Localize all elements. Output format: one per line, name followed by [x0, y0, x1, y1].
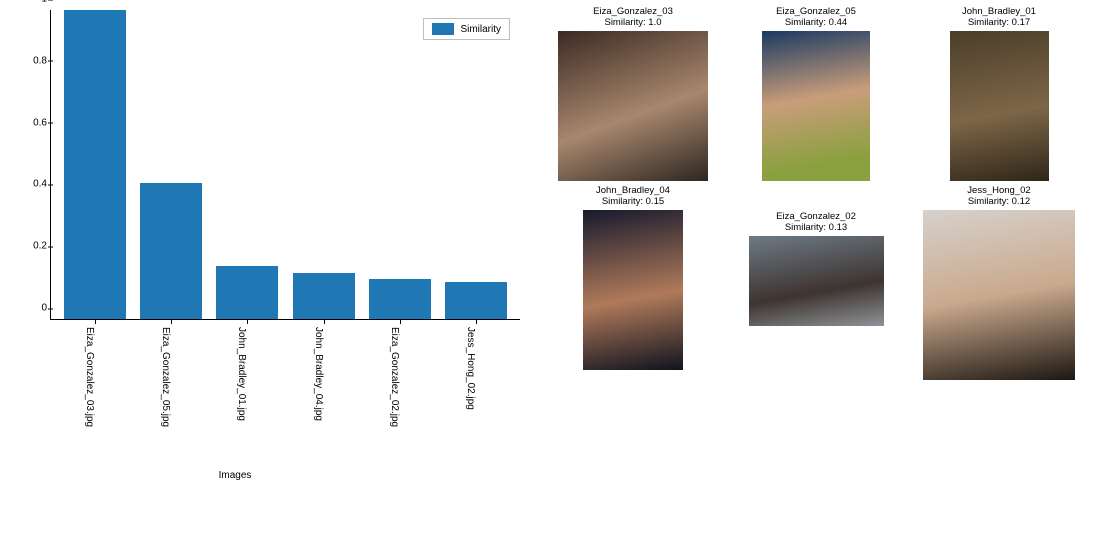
y-tick: 1 — [11, 0, 47, 5]
x-tick-label: Eiza_Gonzalez_03.jpg — [84, 327, 95, 427]
thumbnail-image — [583, 210, 683, 370]
result-cell: Eiza_Gonzalez_05 Similarity: 0.44 — [726, 6, 906, 181]
similarity-label: Similarity: — [604, 17, 648, 28]
result-cell: Eiza_Gonzalez_03 Similarity: 1.0 — [543, 6, 723, 181]
result-cell: Eiza_Gonzalez_02 Similarity: 0.13 — [726, 185, 906, 326]
thumbnail-image — [749, 236, 884, 326]
similarity-value: 0.17 — [1012, 17, 1031, 28]
result-cell: John_Bradley_04 Similarity: 0.15 — [543, 185, 723, 370]
x-tick-label: John_Bradley_04.jpg — [313, 327, 324, 421]
similarity-image-grid: Eiza_Gonzalez_03 Similarity: 1.0 Eiza_Go… — [535, 0, 1097, 555]
x-axis-label: Images — [0, 470, 470, 481]
bar-john-bradley-04 — [293, 273, 355, 319]
thumbnail-image — [558, 31, 708, 181]
similarity-label: Similarity: — [968, 196, 1012, 207]
similarity-label: Similarity: — [968, 17, 1012, 28]
result-cell: John_Bradley_01 Similarity: 0.17 — [909, 6, 1089, 181]
x-tick-label: Eiza_Gonzalez_02.jpg — [389, 327, 400, 427]
similarity-value: 1.0 — [648, 17, 661, 28]
y-tick: 0.8 — [11, 55, 47, 66]
image-name: Eiza_Gonzalez_03 — [593, 6, 673, 17]
x-tick-label: Jess_Hong_02.jpg — [465, 327, 476, 410]
bar-eiza-gonzalez-02 — [369, 279, 431, 319]
y-tick: 0.4 — [11, 179, 47, 190]
bar-jess-hong-02 — [445, 282, 507, 319]
bar-john-bradley-01 — [216, 266, 278, 319]
image-name: John_Bradley_01 — [962, 6, 1036, 17]
thumbnail-image — [923, 210, 1075, 380]
thumbnail-image — [950, 31, 1049, 181]
thumbnail-image — [762, 31, 870, 181]
x-tick-label: Eiza_Gonzalez_05.jpg — [160, 327, 171, 427]
similarity-value: 0.44 — [829, 17, 848, 28]
y-tick: 0 — [11, 303, 47, 314]
plot-area: Similarity 0 0.2 0.4 0.6 0.8 1 Eiza_Gonz… — [50, 10, 520, 320]
bar-eiza-gonzalez-05 — [140, 183, 202, 319]
x-tick-label: John_Bradley_01.jpg — [236, 327, 247, 421]
result-cell: Jess_Hong_02 Similarity: 0.12 — [909, 185, 1089, 380]
similarity-value: 0.12 — [1012, 196, 1031, 207]
bar-eiza-gonzalez-03 — [64, 10, 126, 319]
y-tick: 0.6 — [11, 117, 47, 128]
similarity-label: Similarity: — [785, 17, 829, 28]
similarity-label: Similarity: — [602, 196, 646, 207]
bars-container — [51, 10, 520, 319]
image-name: John_Bradley_04 — [596, 185, 670, 196]
image-name: Eiza_Gonzalez_02 — [776, 211, 856, 222]
similarity-bar-chart: Similarity 0 0.2 0.4 0.6 0.8 1 Eiza_Gonz… — [0, 0, 535, 555]
similarity-label: Similarity: — [785, 222, 829, 233]
similarity-value: 0.15 — [646, 196, 665, 207]
image-name: Jess_Hong_02 — [967, 185, 1030, 196]
image-name: Eiza_Gonzalez_05 — [776, 6, 856, 17]
y-axis-ticks: 0 0.2 0.4 0.6 0.8 1 — [11, 10, 47, 319]
similarity-value: 0.13 — [829, 222, 848, 233]
y-tick: 0.2 — [11, 241, 47, 252]
